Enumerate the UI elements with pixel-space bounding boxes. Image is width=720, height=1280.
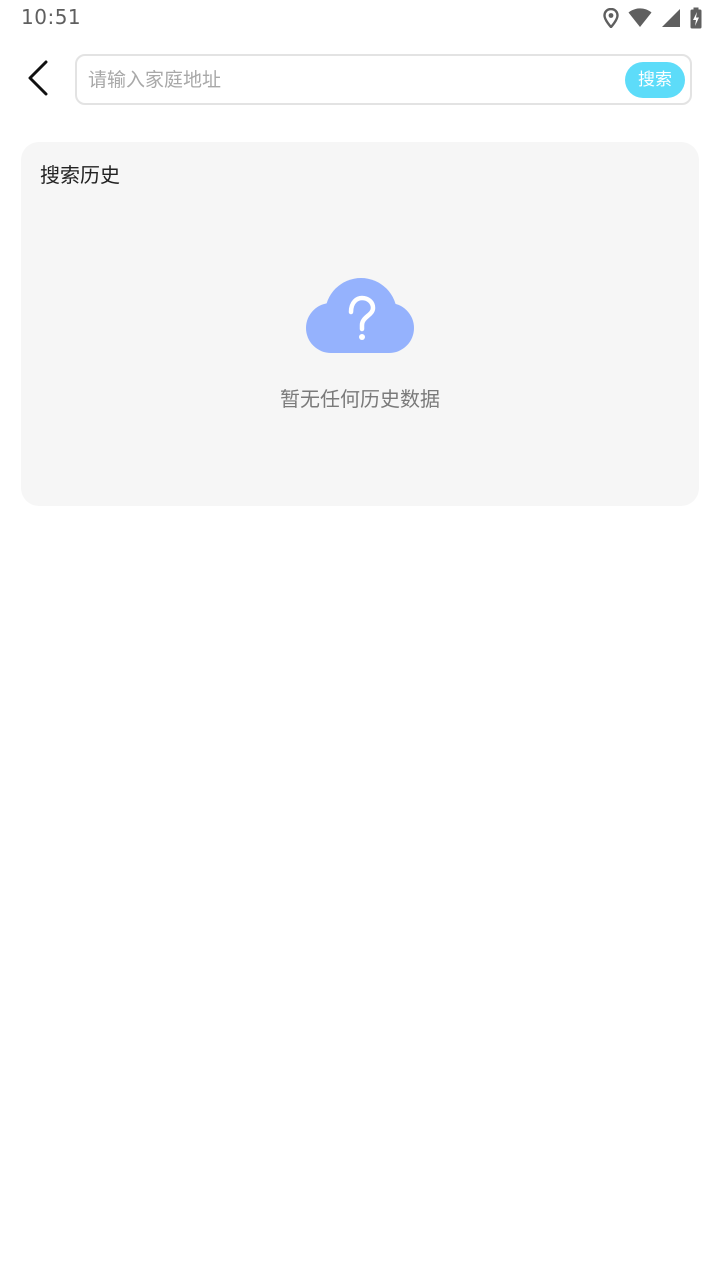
search-box: 搜索 (75, 54, 692, 105)
status-bar: 10:51 (0, 0, 720, 38)
wifi-icon (628, 8, 652, 28)
back-button[interactable] (18, 58, 58, 102)
search-history-card: 搜索历史 暂无任何历史数据 (21, 142, 699, 506)
signal-icon (661, 8, 681, 28)
search-button[interactable]: 搜索 (625, 62, 685, 98)
status-icons (603, 6, 702, 30)
status-time: 10:51 (21, 5, 82, 29)
search-input[interactable] (88, 56, 618, 103)
chevron-left-icon (26, 60, 50, 100)
location-icon (603, 8, 619, 28)
cloud-question-icon (305, 276, 415, 358)
search-header: 搜索 (0, 52, 720, 110)
battery-charging-icon (690, 7, 702, 29)
screen: 10:51 请输入家庭地址 搜索 搜索历史 暂无任何历史数据 (0, 0, 720, 1280)
search-history-title: 搜索历史 (40, 163, 120, 187)
empty-history-text: 暂无任何历史数据 (280, 387, 440, 411)
